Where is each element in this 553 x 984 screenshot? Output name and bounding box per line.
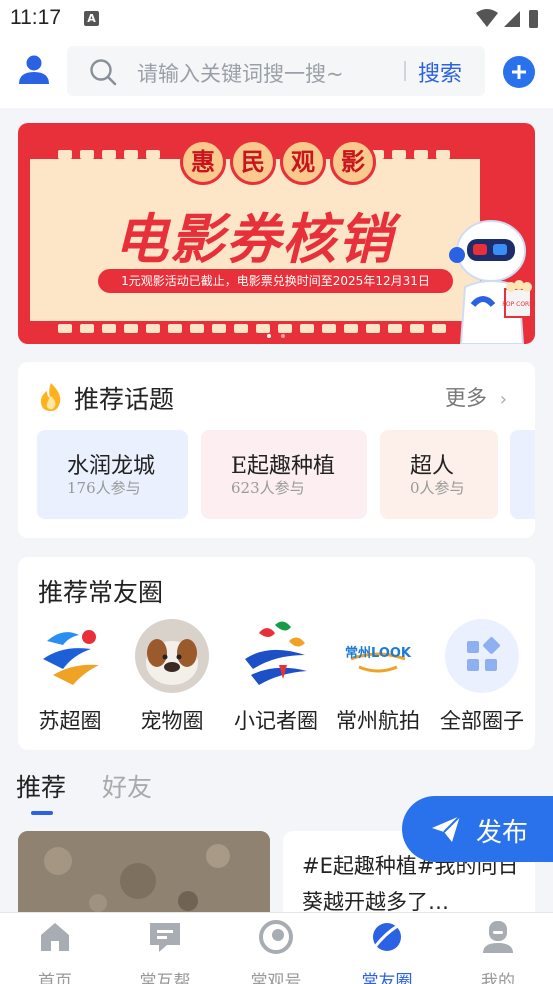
grid-apps-icon [445,619,519,693]
profile-icon [483,921,513,953]
carousel-dot-active [267,334,271,338]
mascot-robot-icon: POP CORN [449,220,534,344]
banner-headline: 电影券核销 [114,208,394,271]
banner-note: 1元观影活动已截止，电影票兑换时间至2025年12月31日 [98,269,453,293]
nav-channels[interactable]: 常观号 [221,919,331,984]
pet-dog-icon [135,619,209,693]
nav-circles[interactable]: 常友圈 [332,919,442,984]
notification-a-icon: A [84,11,99,26]
status-icons [476,9,538,28]
status-bar: 11:17 A [0,0,553,38]
topic-participants: 0人参与 [410,479,465,497]
topics-title: 推荐话题 [74,385,175,414]
chevron-right-icon: › [499,389,507,410]
topic-name: E起趣种植 [231,454,336,479]
wifi-icon [476,9,498,27]
popcorn-label: POP CORN [502,301,533,308]
active-tab-indicator [31,811,53,815]
send-paper-plane-icon [432,815,461,842]
search-divider [404,61,406,81]
nav-help[interactable]: 常互帮 [110,919,220,984]
changzhou-look-text: 常州LOOK [345,645,412,661]
banner-char: 观 [280,139,326,185]
nav-home[interactable]: 首页 [0,919,110,984]
banner-char: 民 [230,139,276,185]
publish-button[interactable]: 发布 [402,796,553,862]
compass-icon [259,920,293,954]
nav-mine[interactable]: 我的 [443,919,553,984]
message-icon [150,923,180,952]
signal-icon [504,11,520,27]
nav-label: 我的 [481,972,515,984]
tab-friends[interactable]: 好友 [102,768,152,804]
recommended-circles-card: 推荐常友圈 苏超圈 宠物圈 小记者圈 常州LOOK 常州航拍 全部圈子 [18,557,535,750]
nav-label: 常互帮 [139,972,191,984]
circle-label: 小记者圈 [234,709,318,733]
search-placeholder: 请输入关键词搜一搜~ [137,62,344,86]
circle-item-all[interactable]: 全部圈子 [432,619,532,735]
reporter-logo-icon [239,619,313,693]
home-icon [41,923,69,951]
circles-title: 推荐常友圈 [38,578,164,607]
topic-participants: 623人参与 [231,479,305,497]
search-icon [90,59,117,86]
circle-label: 全部圈子 [440,709,524,733]
circle-label: 常州航拍 [336,709,420,733]
topic-name: 超人 [410,454,455,479]
topic-participants: 176人参与 [67,479,141,497]
circle-item-su-chao[interactable]: 苏超圈 [20,619,120,735]
carousel-dot [281,334,285,338]
top-header: 请输入关键词搜一搜~ 搜索 [0,38,553,108]
recommended-topics-card: 推荐话题 更多 › 水润龙城 176人参与 E起趣种植 623人参与 超人 0人… [18,362,535,538]
promo-banner[interactable]: 惠 民 观 影 电影券核销 1元观影活动已截止，电影票兑换时间至2025年12月… [18,123,535,344]
publish-label: 发布 [476,818,529,848]
su-chao-logo-icon [33,619,107,693]
topic-item-partial[interactable] [510,430,535,519]
circle-item-reporter[interactable]: 小记者圈 [226,619,326,735]
topic-item[interactable]: 超人 0人参与 [380,430,498,519]
banner-char: 影 [330,139,376,185]
flame-icon [40,383,61,411]
battery-icon [529,10,538,28]
post-image[interactable] [18,831,270,921]
topic-item[interactable]: E起趣种植 623人参与 [201,430,367,519]
nav-label: 首页 [38,972,72,984]
circle-item-pet[interactable]: 宠物圈 [122,619,222,735]
status-time: 11:17 [10,6,61,29]
topic-name: 水润龙城 [67,454,156,479]
add-post-icon[interactable] [503,56,535,88]
bottom-navigation: 首页 常互帮 常观号 常友圈 我的 [0,912,553,984]
banner-char: 惠 [180,139,226,185]
search-button[interactable]: 搜索 [418,56,462,88]
planet-icon [373,921,404,951]
nav-label: 常观号 [250,972,302,984]
more-label: 更多 [445,386,487,410]
user-profile-icon[interactable] [18,54,50,86]
nav-label: 常友圈 [361,972,413,984]
search-input[interactable]: 请输入关键词搜一搜~ 搜索 [67,46,485,96]
tab-recommend[interactable]: 推荐 [16,768,66,804]
topic-item[interactable]: 水润龙城 176人参与 [37,430,188,519]
circle-label: 苏超圈 [38,709,102,733]
topics-more-link[interactable]: 更多 › [445,382,507,412]
changzhou-look-logo-icon: 常州LOOK [341,619,415,693]
circle-label: 宠物圈 [140,709,204,733]
circle-item-aerial[interactable]: 常州LOOK 常州航拍 [328,619,428,735]
